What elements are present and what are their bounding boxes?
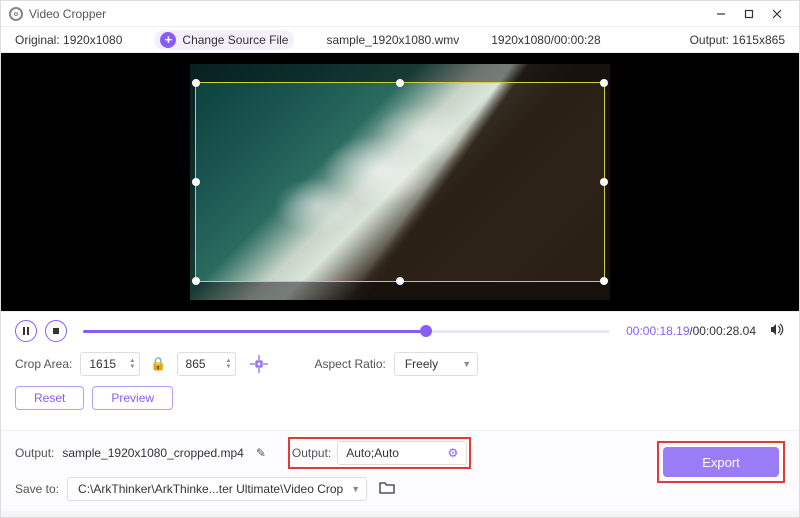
crop-handle[interactable] [600, 277, 608, 285]
volume-icon[interactable] [770, 323, 785, 339]
chevron-down-icon: ▼ [462, 359, 471, 369]
chevron-down-icon: ▼ [351, 484, 360, 494]
crop-handle[interactable] [600, 178, 608, 186]
playback-time: 00:00:18.19/00:00:28.04 [626, 324, 756, 338]
output-settings-field[interactable]: Auto;Auto ⚙ [337, 441, 467, 465]
source-filename: sample_1920x1080.wmv [326, 33, 459, 47]
close-button[interactable] [763, 4, 791, 24]
crop-area-label: Crop Area: [15, 357, 72, 371]
crop-rectangle[interactable] [195, 82, 605, 282]
timeline-knob[interactable] [420, 325, 432, 337]
change-source-label: Change Source File [182, 33, 288, 47]
video-frame [190, 64, 610, 300]
minimize-button[interactable] [707, 4, 735, 24]
change-source-button[interactable]: + Change Source File [154, 30, 294, 50]
crop-width-input[interactable] [89, 357, 125, 371]
stop-button[interactable] [45, 320, 67, 342]
aspect-ratio-label: Aspect Ratio: [314, 357, 385, 371]
reset-button[interactable]: Reset [15, 386, 84, 410]
plus-icon: + [160, 32, 176, 48]
crop-handle[interactable] [192, 178, 200, 186]
crop-handle[interactable] [192, 79, 200, 87]
pause-button[interactable] [15, 320, 37, 342]
spin-down[interactable]: ▼ [226, 364, 232, 370]
edit-filename-icon[interactable]: ✎ [256, 446, 266, 460]
crop-handle[interactable] [192, 277, 200, 285]
output-filename: sample_1920x1080_cropped.mp4 [62, 446, 243, 460]
app-logo-icon [9, 7, 23, 21]
timeline-slider[interactable] [83, 330, 610, 333]
lock-aspect-icon[interactable]: 🔒 [150, 356, 166, 372]
export-button[interactable]: Export [663, 447, 779, 477]
output-settings-label: Output: [292, 446, 331, 460]
maximize-button[interactable] [735, 4, 763, 24]
export-highlight: Export [657, 441, 785, 483]
save-path-select[interactable]: C:\ArkThinker\ArkThinke...ter Ultimate\V… [67, 477, 367, 501]
aspect-ratio-value: Freely [405, 357, 438, 371]
preview-button[interactable]: Preview [92, 386, 173, 410]
video-preview[interactable] [1, 53, 799, 311]
save-path-value: C:\ArkThinker\ArkThinke...ter Ultimate\V… [78, 482, 343, 496]
crop-height-field[interactable]: ▲▼ [177, 352, 237, 376]
output-settings-value: Auto;Auto [346, 446, 399, 460]
window-title: Video Cropper [29, 7, 707, 21]
gear-icon[interactable]: ⚙ [447, 446, 458, 460]
crop-handle[interactable] [396, 277, 404, 285]
center-crop-icon[interactable] [248, 353, 270, 375]
original-dimensions: Original: 1920x1080 [15, 33, 122, 47]
output-settings-highlight: Output: Auto;Auto ⚙ [288, 437, 471, 469]
crop-width-field[interactable]: ▲▼ [80, 352, 140, 376]
spin-down[interactable]: ▼ [129, 364, 135, 370]
crop-handle[interactable] [396, 79, 404, 87]
aspect-ratio-select[interactable]: Freely ▼ [394, 352, 478, 376]
save-to-label: Save to: [15, 482, 59, 496]
output-label: Output: [15, 446, 54, 460]
crop-handle[interactable] [600, 79, 608, 87]
crop-height-input[interactable] [186, 357, 222, 371]
output-dimensions: Output: 1615x865 [690, 33, 785, 47]
open-folder-icon[interactable] [379, 481, 395, 497]
source-res-duration: 1920x1080/00:00:28 [491, 33, 600, 47]
